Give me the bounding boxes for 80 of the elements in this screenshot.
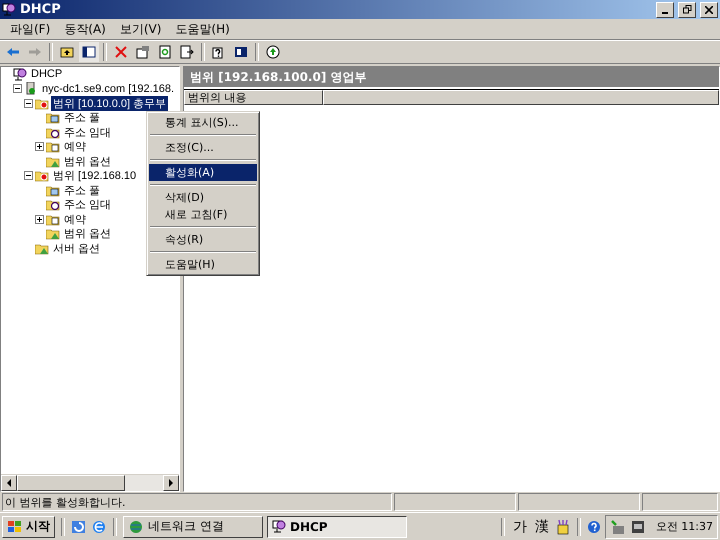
restore-button[interactable] (678, 2, 696, 18)
pencil-cup-icon[interactable] (554, 518, 571, 534)
scroll-right-icon (168, 479, 174, 487)
address-lease-icon (46, 126, 60, 139)
dhcp-console-icon (2, 3, 16, 16)
scope-folder-icon (35, 169, 49, 182)
taskbar-button[interactable]: DHCP (267, 516, 407, 538)
options-folder-icon (46, 227, 60, 240)
menu-item[interactable]: 도움말(H) (149, 256, 257, 273)
clock: 오전 11:37 (656, 519, 713, 534)
column-header[interactable]: 범위의 내용 (184, 90, 323, 105)
tree-item[interactable]: 주소 풀 (62, 182, 102, 198)
tree-item[interactable]: 주소 임대 (62, 197, 114, 212)
server-icon (24, 82, 38, 96)
globe-icon (128, 518, 144, 534)
status-text: 이 범위를 활성화합니다. (2, 493, 392, 511)
column-header[interactable] (323, 90, 719, 105)
tree-item[interactable]: 범위 옵션 (62, 226, 114, 242)
minimize-icon (662, 12, 668, 14)
horizontal-scrollbar[interactable] (1, 474, 179, 491)
menu-item[interactable]: 파일(F) (4, 20, 56, 38)
options-folder-icon (35, 242, 49, 255)
expand-toggle-icon[interactable] (35, 214, 44, 224)
tree-item[interactable]: 예약 (62, 212, 88, 227)
menu-item[interactable]: 통계 표시(S)... (149, 114, 257, 131)
detail-title: 범위 [192.168.100.0] 영업부 (184, 67, 719, 89)
browser-e-icon[interactable] (91, 518, 107, 534)
delete-icon (114, 45, 128, 59)
windows-flag-icon (7, 520, 23, 534)
address-lease-icon (46, 198, 60, 212)
language-bar-button[interactable]: 가 (510, 518, 529, 536)
expand-toggle-icon[interactable] (35, 142, 44, 152)
tree-item[interactable]: 범위 [10.10.0.0] 총무부 (51, 96, 168, 111)
window-title: DHCP (20, 2, 62, 17)
tree-item[interactable]: nyc-dc1.se9.com [192.168. (40, 82, 176, 95)
menu-item[interactable]: 속성(R) (149, 231, 257, 248)
start-button[interactable]: 시작 (2, 516, 55, 538)
collapse-toggle-icon[interactable] (24, 98, 33, 108)
reservation-folder-icon (46, 140, 60, 154)
tree-item[interactable]: 주소 임대 (62, 124, 114, 140)
minimize-button[interactable] (656, 2, 674, 18)
forward-arrow-icon (28, 45, 42, 59)
options-folder-icon (46, 154, 60, 168)
up-arrow-circle-icon (266, 45, 280, 59)
menu-item[interactable]: 새로 고침(F) (149, 206, 257, 223)
close-icon (705, 6, 713, 14)
pane-toggle-icon (82, 45, 96, 59)
restore-icon (682, 5, 692, 14)
scroll-left-icon (6, 479, 12, 487)
menu-item[interactable]: 활성화(A) (149, 164, 257, 181)
panel-icon (234, 45, 248, 59)
close-button[interactable] (700, 2, 718, 18)
scope-folder-icon (35, 96, 49, 110)
tree-item[interactable]: 범위 옵션 (62, 154, 114, 169)
dhcp-console-icon (272, 520, 286, 533)
toolbar-button[interactable] (79, 42, 99, 62)
tree-item[interactable]: 주소 풀 (62, 110, 102, 126)
tree-item[interactable]: DHCP (29, 68, 64, 80)
address-pool-icon (46, 184, 60, 197)
tree-item[interactable]: 예약 (62, 139, 88, 154)
back-arrow-icon (6, 45, 20, 59)
taskbar-button[interactable]: 네트워크 연결 (123, 516, 263, 538)
properties-icon (136, 45, 150, 59)
menu-item[interactable]: 동작(A) (58, 20, 112, 38)
menu-item[interactable]: 삭제(D) (149, 189, 257, 206)
menu-item[interactable]: 도움말(H) (169, 20, 236, 38)
folder-up-icon (60, 45, 74, 59)
refresh-icon (158, 45, 172, 59)
menu-item[interactable]: 조정(C)... (149, 139, 257, 156)
collapse-toggle-icon[interactable] (24, 171, 33, 180)
tree-item[interactable]: 범위 [192.168.10 (51, 168, 138, 184)
export-list-icon (180, 45, 194, 59)
menu-item[interactable]: 보기(V) (114, 20, 168, 38)
reservation-folder-icon (46, 212, 60, 226)
address-pool-icon (46, 111, 60, 124)
console-window-icon[interactable] (630, 520, 645, 534)
help-icon[interactable] (586, 520, 601, 534)
tree-item[interactable]: 서버 옵션 (51, 240, 102, 256)
collapse-toggle-icon[interactable] (13, 84, 22, 94)
language-bar-button[interactable]: 漢 (532, 518, 551, 536)
